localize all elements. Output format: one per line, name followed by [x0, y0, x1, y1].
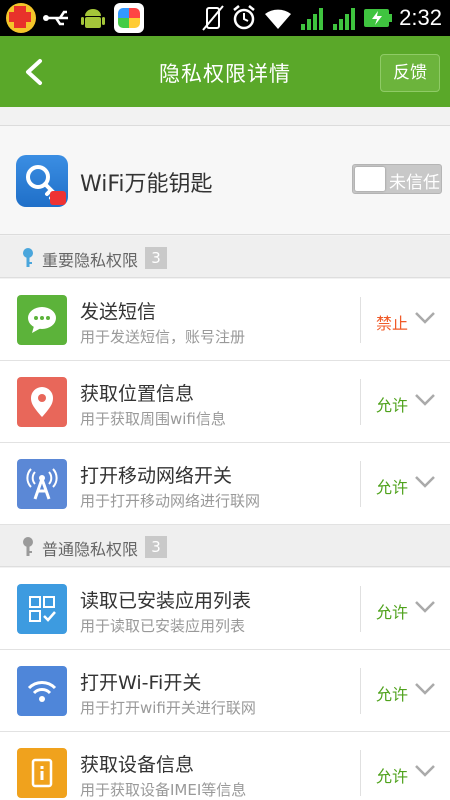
- notification-icons: [6, 3, 144, 33]
- permission-title: 读取已安装应用列表: [80, 590, 252, 612]
- permission-state[interactable]: 允许: [376, 599, 408, 623]
- divider: [360, 297, 361, 343]
- app-grid-icon: [17, 584, 67, 634]
- permission-state[interactable]: 允许: [376, 474, 408, 498]
- divider: [360, 668, 361, 714]
- important-permissions-header: 重要隐私权限 3: [0, 236, 450, 278]
- wifi-key-app-icon: [16, 155, 68, 207]
- chevron-down-icon[interactable]: [414, 475, 436, 489]
- permission-state[interactable]: 允许: [376, 392, 408, 416]
- chevron-down-icon[interactable]: [414, 682, 436, 696]
- section-count-badge: 3: [145, 247, 167, 269]
- permission-row-device-info[interactable]: 获取设备信息 用于获取设备IMEI等信息 允许: [0, 732, 450, 800]
- key-pin-icon: [23, 537, 33, 556]
- trust-label: 未信任: [389, 173, 440, 193]
- wifi-icon: [17, 666, 67, 716]
- header-bar: 隐私权限详情 反馈: [0, 36, 450, 107]
- permission-row-send-sms[interactable]: 发送短信 用于发送短信，账号注册 禁止: [0, 279, 450, 361]
- permission-title: 打开Wi-Fi开关: [80, 672, 202, 694]
- toggle-knob: [355, 167, 385, 191]
- permission-desc: 用于发送短信，账号注册: [80, 328, 246, 346]
- permission-state[interactable]: 允许: [376, 763, 408, 787]
- chevron-down-icon[interactable]: [414, 311, 436, 325]
- divider: [360, 379, 361, 425]
- alarm-icon: [233, 5, 255, 30]
- market-app-icon: [114, 3, 144, 33]
- permission-desc: 用于打开wifi开关进行联网: [80, 699, 256, 717]
- battery-charging-icon: [364, 9, 393, 27]
- permission-title: 获取位置信息: [80, 383, 195, 405]
- permission-state[interactable]: 允许: [376, 681, 408, 705]
- cell-signal-1-icon: [301, 8, 324, 30]
- device-info-icon: [17, 748, 67, 798]
- app-name: WiFi万能钥匙: [80, 172, 213, 197]
- chevron-down-icon[interactable]: [414, 600, 436, 614]
- permission-row-location[interactable]: 获取位置信息 用于获取周围wifi信息 允许: [0, 361, 450, 443]
- permission-title: 发送短信: [80, 301, 157, 323]
- permission-desc: 用于获取设备IMEI等信息: [80, 781, 247, 799]
- divider: [360, 750, 361, 796]
- android-icon: [81, 9, 105, 28]
- divider: [360, 586, 361, 632]
- permission-row-mobile-network[interactable]: 打开移动网络开关 用于打开移动网络进行联网 允许: [0, 443, 450, 525]
- chevron-down-icon[interactable]: [414, 393, 436, 407]
- permission-row-wifi-switch[interactable]: 打开Wi-Fi开关 用于打开wifi开关进行联网 允许: [0, 650, 450, 732]
- app-info-row: WiFi万能钥匙 未信任: [0, 125, 450, 235]
- permission-desc: 用于打开移动网络进行联网: [80, 492, 261, 510]
- app-notification-icon: [6, 3, 36, 33]
- section-title: 普通隐私权限: [42, 540, 139, 559]
- permission-title: 打开移动网络开关: [80, 465, 233, 487]
- wifi-signal-icon: [265, 9, 292, 29]
- permission-desc: 用于获取周围wifi信息: [80, 410, 226, 428]
- antenna-icon: [17, 459, 67, 509]
- status-bar: 2:32: [0, 0, 450, 36]
- permission-title: 获取设备信息: [80, 754, 195, 776]
- chevron-down-icon[interactable]: [414, 764, 436, 778]
- permission-state[interactable]: 禁止: [376, 310, 408, 334]
- permission-desc: 用于读取已安装应用列表: [80, 617, 246, 635]
- divider: [360, 461, 361, 507]
- permission-row-app-list[interactable]: 读取已安装应用列表 用于读取已安装应用列表 允许: [0, 568, 450, 650]
- location-pin-icon: [17, 377, 67, 427]
- clock: 2:32: [399, 5, 442, 30]
- usb-icon: [43, 10, 68, 26]
- sms-icon: [17, 295, 67, 345]
- vibrate-off-icon: [202, 5, 224, 31]
- key-pin-icon: [23, 248, 33, 267]
- normal-permissions-header: 普通隐私权限 3: [0, 525, 450, 567]
- key-icon: [26, 165, 66, 205]
- feedback-button[interactable]: 反馈: [380, 54, 440, 92]
- cell-signal-2-icon: [333, 8, 356, 30]
- section-count-badge: 3: [145, 536, 167, 558]
- section-title: 重要隐私权限: [42, 251, 139, 270]
- trust-toggle[interactable]: 未信任: [352, 164, 442, 194]
- system-icons: 2:32: [201, 0, 442, 36]
